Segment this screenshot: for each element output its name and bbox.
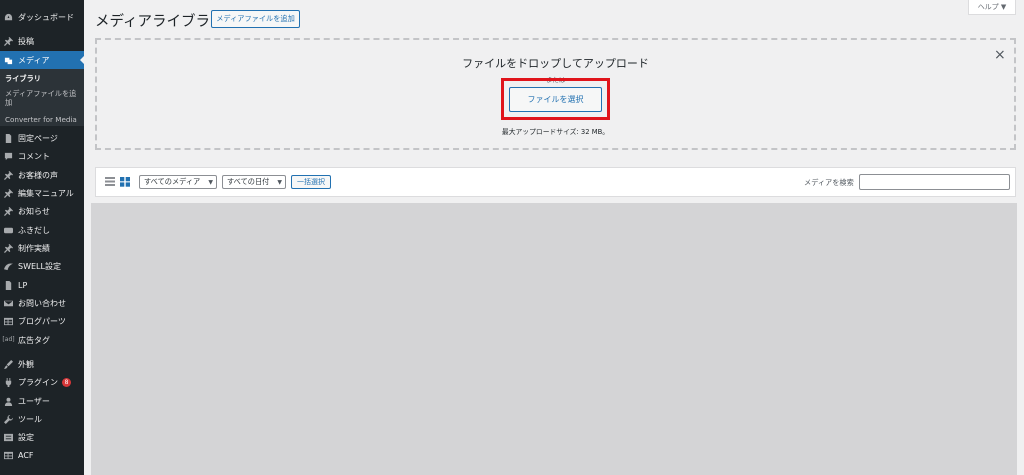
sidebar-item-posts[interactable]: 投稿 xyxy=(0,32,84,50)
sidebar-item-contact[interactable]: お問い合わせ xyxy=(0,294,84,312)
sidebar-item-label: ダッシュボード xyxy=(18,12,74,22)
wrench-icon xyxy=(4,414,13,424)
sidebar-item-label: ユーザー xyxy=(18,396,50,406)
settings-icon xyxy=(4,433,13,442)
sidebar-item-swell-settings[interactable]: SWELL設定 xyxy=(0,257,84,275)
ad-icon: [ad] xyxy=(2,336,15,343)
sidebar-item-label: コメント xyxy=(18,151,50,161)
sidebar-item-label: お客様の声 xyxy=(18,170,58,180)
grid-view-icon[interactable] xyxy=(120,176,130,187)
help-tab-button[interactable]: ヘルプ ▼ xyxy=(968,0,1016,15)
chevron-down-icon: ▼ xyxy=(277,179,282,186)
pin-icon xyxy=(4,243,13,253)
mail-icon xyxy=(4,299,13,308)
pin-icon xyxy=(4,36,13,46)
sidebar-item-label: お知らせ xyxy=(18,206,50,216)
pin-icon xyxy=(4,188,13,198)
admin-sidebar: ダッシュボード 投稿 メディア ライブラリ メディアファイルを追加 Conver… xyxy=(0,0,84,475)
page-icon xyxy=(4,133,13,143)
current-menu-arrow xyxy=(80,56,84,64)
brush-icon xyxy=(4,359,13,369)
plugin-icon xyxy=(4,377,13,387)
media-icon xyxy=(4,56,13,65)
sidebar-item-label: ブログパーツ xyxy=(18,316,66,326)
sidebar-item-dashboard[interactable]: ダッシュボード xyxy=(0,8,84,26)
sidebar-item-tools[interactable]: ツール xyxy=(0,410,84,428)
list-view-icon[interactable] xyxy=(105,176,115,187)
sidebar-item-works[interactable]: 制作実績 xyxy=(0,239,84,257)
table-icon xyxy=(4,451,13,460)
sidebar-item-lp[interactable]: LP xyxy=(0,276,84,294)
media-search-input[interactable] xyxy=(859,174,1010,190)
submenu-item-library[interactable]: ライブラリ xyxy=(5,74,81,83)
dashboard-icon xyxy=(4,13,13,22)
sidebar-item-label: 設定 xyxy=(18,432,34,442)
sidebar-item-balloon[interactable]: ふきだし xyxy=(0,221,84,239)
sidebar-item-label: 広告タグ xyxy=(18,335,50,345)
search-label: メディアを検索 xyxy=(804,178,854,187)
sidebar-item-comments[interactable]: コメント xyxy=(0,147,84,165)
sidebar-item-label: メディア xyxy=(18,55,50,65)
swell-icon xyxy=(4,262,13,271)
add-media-button[interactable]: メディアファイルを追加 xyxy=(211,10,300,28)
comment-icon xyxy=(4,152,13,161)
sidebar-item-label: プラグイン xyxy=(18,377,58,387)
sidebar-item-news[interactable]: お知らせ xyxy=(0,202,84,220)
sidebar-item-label: 外観 xyxy=(18,359,34,369)
pin-icon xyxy=(4,206,13,216)
drop-instructions: ファイルをドロップしてアップロード xyxy=(462,57,649,70)
max-upload-size: 最大アップロードサイズ: 32 MB。 xyxy=(501,128,610,136)
pin-icon xyxy=(4,170,13,180)
sidebar-item-acf[interactable]: ACF xyxy=(0,446,84,464)
table-icon xyxy=(4,317,13,326)
sidebar-item-label: LP xyxy=(18,280,28,290)
sidebar-item-label: ツール xyxy=(18,414,42,424)
sidebar-item-plugins[interactable]: プラグイン 8 xyxy=(0,373,84,391)
sidebar-item-blog-parts[interactable]: ブログパーツ xyxy=(0,312,84,330)
chevron-down-icon: ▼ xyxy=(208,179,213,186)
submenu-item-add-new[interactable]: メディアファイルを追加 xyxy=(5,89,81,107)
page-icon xyxy=(4,280,13,290)
submenu-item-converter[interactable]: Converter for Media xyxy=(5,115,81,124)
media-grid-area xyxy=(91,203,1017,475)
sidebar-item-label: 制作実績 xyxy=(18,243,50,253)
sidebar-item-appearance[interactable]: 外観 xyxy=(0,355,84,373)
user-icon xyxy=(4,397,13,406)
sidebar-item-manual[interactable]: 編集マニュアル xyxy=(0,184,84,202)
media-type-filter-value: すべてのメディア xyxy=(144,177,201,186)
page-title: メディアライブラリ xyxy=(95,14,225,30)
sidebar-item-ad-tag[interactable]: [ad] 広告タグ xyxy=(0,331,84,349)
update-count-badge: 8 xyxy=(62,377,71,387)
balloon-icon xyxy=(4,226,13,235)
sidebar-item-label: ACF xyxy=(18,450,34,460)
sidebar-item-pages[interactable]: 固定ページ xyxy=(0,129,84,147)
sidebar-item-users[interactable]: ユーザー xyxy=(0,392,84,410)
date-filter-value: すべての日付 xyxy=(227,177,270,186)
sidebar-item-media[interactable]: メディア xyxy=(0,51,84,69)
sidebar-item-label: SWELL設定 xyxy=(18,261,61,271)
sidebar-item-customer-voice[interactable]: お客様の声 xyxy=(0,166,84,184)
sidebar-item-label: 編集マニュアル xyxy=(18,188,74,198)
select-files-button[interactable]: ファイルを選択 xyxy=(509,87,602,112)
sidebar-item-label: お問い合わせ xyxy=(18,298,66,308)
sidebar-item-settings[interactable]: 設定 xyxy=(0,428,84,446)
sidebar-item-label: 固定ページ xyxy=(18,133,58,143)
sidebar-item-label: 投稿 xyxy=(18,36,34,46)
sidebar-item-label: ふきだし xyxy=(18,225,50,235)
date-filter[interactable]: すべての日付 ▼ xyxy=(222,175,286,189)
media-submenu: ライブラリ メディアファイルを追加 Converter for Media xyxy=(0,69,84,126)
media-type-filter[interactable]: すべてのメディア ▼ xyxy=(139,175,217,189)
bulk-select-button[interactable]: 一括選択 xyxy=(291,175,331,189)
